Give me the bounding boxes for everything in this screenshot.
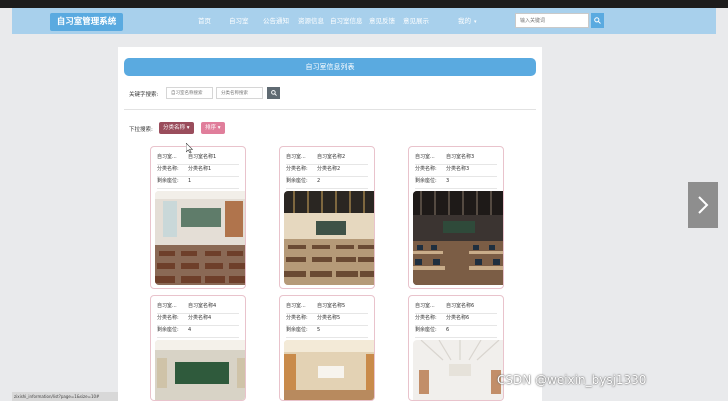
category-value: 分类名称2 <box>317 166 341 172</box>
nav-home[interactable]: 首页 <box>198 12 211 30</box>
mouse-cursor-icon <box>186 143 193 153</box>
seats-value: 1 <box>188 178 192 184</box>
room-card[interactable]: 自习室... 自习室名称1 分类名称: 分类名称1 剩余座位: 1 <box>150 146 246 289</box>
category-key: 分类名称: <box>415 166 437 172</box>
seats-row: 剩余座位: 6 <box>415 325 497 338</box>
category-dropdown-label: 分类名称 <box>163 125 186 131</box>
classroom-photo[interactable] <box>155 340 246 401</box>
nav-mine[interactable]: 我的 ▾ <box>458 12 477 30</box>
category-key: 分类名称: <box>286 166 308 172</box>
next-page-arrow[interactable] <box>688 182 718 228</box>
browser-status-bar: zixishi_information/list?page=1&size=10# <box>12 392 118 401</box>
nav-announcements[interactable]: 公告通知 <box>263 12 289 30</box>
seats-key: 剩余座位: <box>415 178 437 184</box>
seats-value: 5 <box>317 327 321 333</box>
room-name-key: 自习室... <box>415 303 435 309</box>
seats-row: 剩余座位: 5 <box>286 325 368 338</box>
seats-row: 剩余座位: 2 <box>286 176 368 189</box>
nav-study-room-info[interactable]: 自习室信息 <box>330 12 363 30</box>
sort-dropdown-label: 排序 <box>205 125 217 131</box>
search-icon <box>594 17 601 24</box>
seats-value: 3 <box>446 178 450 184</box>
nav-feedback[interactable]: 意见反馈 <box>369 12 395 30</box>
room-name-value: 自习室名称1 <box>188 154 217 160</box>
seats-value: 4 <box>188 327 192 333</box>
classroom-photo[interactable] <box>413 340 504 401</box>
dropdown-search-label: 下拉搜索: <box>129 127 153 133</box>
seats-row: 剩余座位: 4 <box>157 325 239 338</box>
category-key: 分类名称: <box>286 315 308 321</box>
caret-down-icon: ▾ <box>474 19 477 25</box>
room-name-value: 自习室名称5 <box>317 303 346 309</box>
seats-key: 剩余座位: <box>157 178 179 184</box>
window-top-strip <box>0 0 728 8</box>
category-value: 分类名称6 <box>446 315 470 321</box>
nav-mine-label: 我的 <box>458 17 471 25</box>
room-name-key: 自习室... <box>157 154 177 160</box>
room-name-key: 自习室... <box>415 154 435 160</box>
page-title: 自习室信息列表 <box>124 58 536 76</box>
caret-down-icon: ▾ <box>217 125 221 131</box>
seats-key: 剩余座位: <box>415 327 437 333</box>
caret-down-icon: ▾ <box>186 125 190 131</box>
seats-row: 剩余座位: 1 <box>157 176 239 189</box>
room-name-value: 自习室名称3 <box>446 154 475 160</box>
category-search-input[interactable] <box>216 87 263 99</box>
classroom-photo[interactable] <box>284 191 375 285</box>
top-navbar: 自习室管理系统 首页 自习室 公告通知 资源信息 自习室信息 意见反馈 意见展示… <box>12 8 716 34</box>
room-name-search-input[interactable] <box>166 87 213 99</box>
navbar-search-button[interactable] <box>591 13 604 28</box>
category-value: 分类名称3 <box>446 166 470 172</box>
watermark: CSDN @weixin_bysj1330 <box>497 373 647 387</box>
category-value: 分类名称4 <box>188 315 212 321</box>
category-dropdown[interactable]: 分类名称 ▾ <box>159 122 194 134</box>
room-card[interactable]: 自习室... 自习室名称4 分类名称: 分类名称4 剩余座位: 4 <box>150 295 246 401</box>
category-key: 分类名称: <box>157 166 179 172</box>
computer-lab-photo[interactable] <box>413 191 504 285</box>
category-key: 分类名称: <box>415 315 437 321</box>
room-card[interactable]: 自习室... 自习室名称6 分类名称: 分类名称6 剩余座位: 6 <box>408 295 504 401</box>
site-brand[interactable]: 自习室管理系统 <box>50 13 123 31</box>
seats-row: 剩余座位: 3 <box>415 176 497 189</box>
filter-divider <box>124 109 536 110</box>
nav-study-rooms[interactable]: 自习室 <box>229 12 249 30</box>
seats-value: 2 <box>317 178 321 184</box>
category-key: 分类名称: <box>157 315 179 321</box>
room-card[interactable]: 自习室... 自习室名称5 分类名称: 分类名称5 剩余座位: 5 <box>279 295 375 401</box>
search-icon <box>270 90 277 96</box>
room-name-value: 自习室名称2 <box>317 154 346 160</box>
sort-dropdown[interactable]: 排序 ▾ <box>201 122 225 134</box>
main-panel: 自习室信息列表 关键字搜索: 下拉搜索: 分类名称 ▾ 排序 ▾ 自习室...自… <box>118 47 542 401</box>
nav-resources[interactable]: 资源信息 <box>298 12 324 30</box>
room-card[interactable]: 自习室... 自习室名称2 分类名称: 分类名称2 剩余座位: 2 <box>279 146 375 289</box>
seats-key: 剩余座位: <box>286 327 308 333</box>
room-name-value: 自习室名称6 <box>446 303 475 309</box>
category-value: 分类名称1 <box>188 166 212 172</box>
chevron-right-icon <box>698 196 709 214</box>
room-card[interactable]: 自习室... 自习室名称3 分类名称: 分类名称3 剩余座位: 3 <box>408 146 504 289</box>
room-name-key: 自习室... <box>286 154 306 160</box>
navbar-search-input[interactable] <box>515 13 589 28</box>
seats-key: 剩余座位: <box>286 178 308 184</box>
room-name-value: 自习室名称4 <box>188 303 217 309</box>
classroom-photo[interactable] <box>155 191 246 285</box>
seats-value: 6 <box>446 327 450 333</box>
room-name-key: 自习室... <box>286 303 306 309</box>
nav-feedback-display[interactable]: 意见展示 <box>403 12 429 30</box>
category-value: 分类名称5 <box>317 315 341 321</box>
room-name-key: 自习室... <box>157 303 177 309</box>
classroom-photo[interactable] <box>284 340 375 401</box>
seats-key: 剩余座位: <box>157 327 179 333</box>
keyword-search-label: 关键字搜索: <box>129 92 159 98</box>
filter-search-button[interactable] <box>267 87 280 99</box>
